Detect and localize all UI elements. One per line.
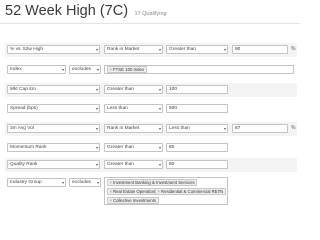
value-input[interactable]: 90 — [232, 45, 288, 54]
value-input[interactable]: 500 — [166, 104, 228, 113]
operator-select[interactable]: Less than ▾ — [166, 124, 228, 133]
tag-chip: ×Real Estate Operations — [107, 188, 160, 195]
x-icon[interactable]: × — [110, 189, 113, 194]
field-select[interactable]: Mkt Cap £m ▾ — [7, 85, 100, 94]
mode-select[interactable]: excludes ▾ — [69, 65, 101, 74]
x-icon[interactable]: × — [110, 67, 113, 72]
field-select[interactable]: Index ▾ — [7, 65, 66, 74]
value-input[interactable]: 67 — [232, 124, 288, 133]
mode-select[interactable]: excludes ▾ — [69, 178, 101, 187]
chevron-down-icon: ▾ — [158, 162, 161, 167]
field-select[interactable]: Quality Rank ▾ — [7, 160, 100, 169]
chevron-down-icon: ▾ — [61, 180, 64, 185]
x-icon[interactable]: × — [158, 189, 161, 194]
field-select[interactable]: 3m Avg Vol ▾ — [7, 124, 100, 133]
chevron-down-icon: ▾ — [61, 67, 64, 72]
x-icon[interactable]: × — [110, 180, 113, 185]
operator-select[interactable]: Greater than ▾ — [104, 160, 163, 169]
operator-select[interactable]: Greater than ▾ — [104, 85, 163, 94]
x-icon[interactable]: × — [110, 198, 113, 203]
qualifying-count: 17 Qualifying — [134, 11, 167, 17]
chevron-down-icon: ▾ — [95, 126, 98, 131]
page-title: 52 Week High (7C) — [5, 3, 129, 19]
field-select[interactable]: Industry Group ▾ — [7, 178, 66, 187]
chevron-down-icon: ▾ — [95, 106, 98, 111]
tag-chip: ×FTSE 100 Index — [107, 66, 147, 73]
chevron-down-icon: ▾ — [95, 87, 98, 92]
operator-select[interactable]: Less than ▾ — [104, 104, 163, 113]
mode-select[interactable]: Rank in Market ▾ — [104, 124, 163, 133]
chevron-down-icon: ▾ — [95, 145, 98, 150]
chevron-down-icon: ▾ — [158, 126, 161, 131]
value-input[interactable]: 60 — [166, 160, 228, 169]
header-divider — [0, 23, 300, 24]
chevron-down-icon: ▾ — [223, 126, 226, 131]
chevron-down-icon: ▾ — [158, 106, 161, 111]
chevron-down-icon: ▾ — [158, 87, 161, 92]
tag-chip: ×Collective Investments — [107, 197, 159, 204]
tag-input[interactable]: ×FTSE 100 Index — [104, 65, 294, 74]
chevron-down-icon: ▾ — [158, 145, 161, 150]
value-input[interactable]: 60 — [166, 143, 228, 152]
field-select[interactable]: % vs. 52w High ▾ — [7, 45, 100, 54]
unit-label: % — [291, 125, 296, 131]
mode-select[interactable]: Rank in Market ▾ — [104, 45, 163, 54]
tag-input[interactable]: ×Investment Banking & Investment Service… — [104, 177, 228, 205]
chevron-down-icon: ▾ — [158, 47, 161, 52]
chevron-down-icon: ▾ — [96, 67, 99, 72]
operator-select[interactable]: Greater than ▾ — [166, 45, 228, 54]
chevron-down-icon: ▾ — [223, 47, 226, 52]
tag-chip: ×Residential & Commercial REITs — [155, 188, 226, 195]
chevron-down-icon: ▾ — [95, 162, 98, 167]
operator-select[interactable]: Greater than ▾ — [104, 143, 163, 152]
field-select[interactable]: Momentum Rank ▾ — [7, 143, 100, 152]
page-header: 52 Week High (7C) 17 Qualifying — [5, 2, 167, 22]
tag-chip: ×Investment Banking & Investment Service… — [107, 179, 198, 186]
chevron-down-icon: ▾ — [96, 180, 99, 185]
value-input[interactable]: 100 — [166, 85, 228, 94]
chevron-down-icon: ▾ — [95, 47, 98, 52]
unit-label: % — [291, 46, 296, 52]
field-select[interactable]: Spread (bps) ▾ — [7, 104, 100, 113]
